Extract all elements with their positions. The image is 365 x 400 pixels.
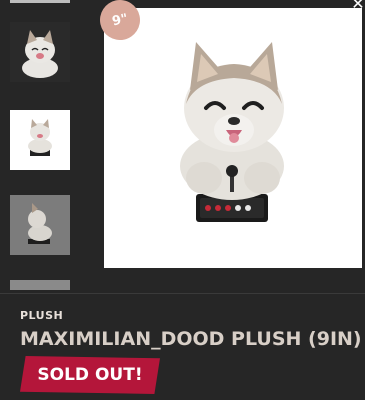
- main-product-image: [104, 8, 362, 268]
- plush-thumbnail-image: [22, 30, 58, 78]
- product-title: MAXIMILIAN_DOOD PLUSH (9IN): [20, 328, 362, 350]
- thumbnail-plush-back[interactable]: [10, 280, 70, 290]
- thumbnail-plush-side[interactable]: [10, 195, 70, 255]
- section-divider: [0, 293, 365, 294]
- plush-image: [180, 42, 284, 222]
- thumbnail-edge: [10, 0, 70, 3]
- plush-thumbnail-image: [28, 203, 52, 244]
- thumbnail-plush-controller[interactable]: [10, 110, 70, 170]
- thumbnail-list: [0, 0, 80, 290]
- product-category: PLUSH: [20, 309, 64, 322]
- sold-out-badge: SOLD OUT!: [20, 356, 160, 394]
- thumbnail-plush-front[interactable]: [10, 22, 70, 82]
- close-icon[interactable]: ✕: [351, 0, 365, 12]
- plush-thumbnail-image: [28, 119, 52, 156]
